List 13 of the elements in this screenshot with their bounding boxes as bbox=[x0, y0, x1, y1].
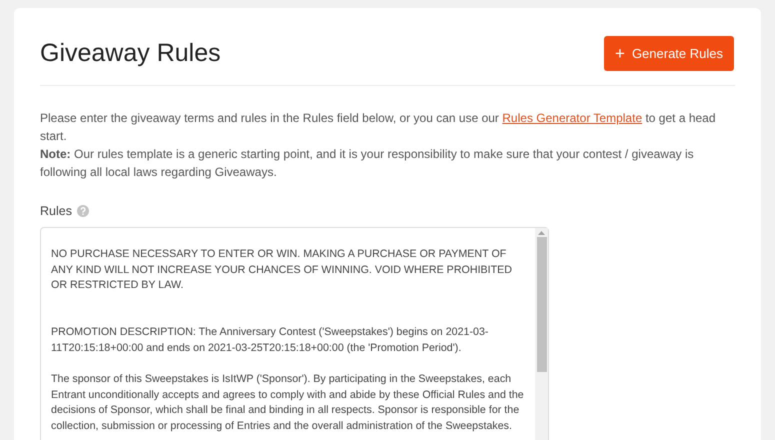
scroll-thumb[interactable] bbox=[536, 237, 546, 372]
generate-rules-button[interactable]: + Generate Rules bbox=[604, 36, 734, 72]
scrollbar[interactable] bbox=[535, 228, 548, 440]
note-paragraph: Note: Our rules template is a generic starting point, and it is your responsibility to make sure that your contest / giveaway is following all local laws regarding Giveaways. bbox=[40, 146, 695, 180]
help-icon bbox=[76, 204, 89, 217]
rules-paragraph: NO PURCHASE NECESSARY TO ENTER OR WIN. MAKING A PURCHASE OR PAYMENT OF ANY KIND WILL NOT INCREASE YOUR CHANCES OF WINNING. VOID WHERE PROHIBITED OR RESTRICTED BY LAW. bbox=[51, 247, 514, 294]
page-title: Giveaway Rules bbox=[40, 38, 221, 69]
rules-textarea[interactable] bbox=[40, 227, 549, 440]
intro-paragraph: Please enter the giveaway terms and rules in the Rules field below, or you can use our Rules Generator Template to get a head start. bbox=[40, 110, 717, 144]
rules-paragraph: The sponsor of this Sweepstakes is IsItWP ('Sponsor'). By participating in the Sweepstakes, each Entrant unconditionally accepts and agrees to comply with and abide by these Official Rules and the decisions of Sponsor, which shall be final and binding in all respects. Sponsor is responsible for the collection, submission or processing of Entries and the overall administration of the Sweepstakes. bbox=[51, 372, 525, 434]
rules-label: Rules bbox=[40, 202, 72, 220]
rules-generator-link[interactable]: Rules Generator Template bbox=[502, 110, 642, 124]
rules-paragraph: PROMOTION DESCRIPTION: The Anniversary Contest ('Sweepstakes') begins on 2021-03-11T20:15:18+00:00 and ends on 2021-03-25T20:15:18+00:00 (the 'Promotion Period'). bbox=[51, 325, 490, 356]
